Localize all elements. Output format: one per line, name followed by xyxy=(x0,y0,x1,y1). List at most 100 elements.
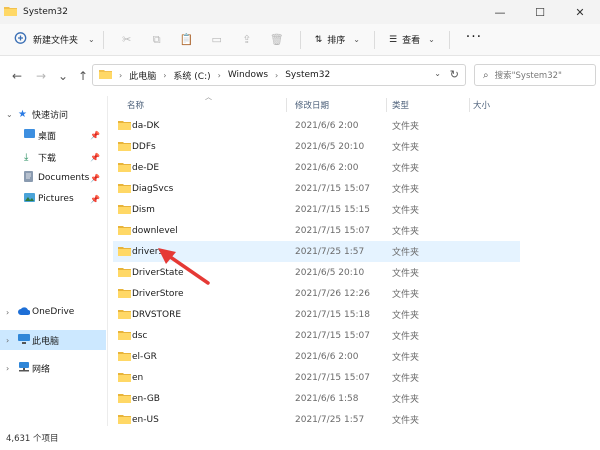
folder-icon xyxy=(118,225,131,238)
file-modified-date: 2021/7/25 1:57 xyxy=(295,414,365,425)
column-divider[interactable] xyxy=(386,98,387,112)
breadcrumb-windows[interactable]: Windows xyxy=(228,70,268,80)
file-modified-date: 2021/7/25 1:57 xyxy=(295,246,365,257)
file-name: de-DE xyxy=(132,162,160,173)
file-modified-date: 2021/6/5 20:10 xyxy=(295,267,365,278)
folder-icon xyxy=(118,309,131,322)
file-type: 文件夹 xyxy=(392,227,420,237)
folder-icon xyxy=(99,69,112,82)
view-icon: ☰ xyxy=(388,34,398,45)
chevron-down-icon[interactable]: ⌄ xyxy=(434,69,441,78)
pin-icon[interactable]: 📌 xyxy=(90,153,100,162)
sidebar-item-label: 快速访问 xyxy=(32,110,69,121)
column-header-type[interactable]: 类型 xyxy=(392,96,409,114)
refresh-icon[interactable]: ↻ xyxy=(450,68,459,81)
close-button[interactable]: ✕ xyxy=(560,0,600,24)
new-folder-button[interactable]: 新建文件夹 ⌄ xyxy=(14,29,95,51)
chevron-down-icon: ⌄ xyxy=(353,35,360,44)
pin-icon[interactable]: 📌 xyxy=(90,131,100,140)
file-row[interactable]: de-DE 2021/6/6 2:00 文件夹 xyxy=(113,157,520,178)
file-modified-date: 2021/6/5 20:10 xyxy=(295,141,365,152)
file-modified-date: 2021/6/6 1:58 xyxy=(295,393,359,404)
file-modified-date: 2021/7/15 15:07 xyxy=(295,183,370,194)
search-input[interactable]: ⌕ 搜索"System32" xyxy=(474,64,596,86)
file-type: 文件夹 xyxy=(392,290,420,300)
share-icon[interactable]: ⇪ xyxy=(232,29,262,51)
cut-icon[interactable]: ✂ xyxy=(112,29,142,51)
file-row[interactable]: Dism 2021/7/15 15:15 文件夹 xyxy=(113,199,520,220)
chevron-down-icon[interactable]: ⌄ xyxy=(6,110,13,119)
copy-icon[interactable]: ⧉ xyxy=(142,29,172,51)
sidebar-item-label: 网络 xyxy=(32,364,51,375)
sidebar-item-network[interactable]: › 网络 xyxy=(0,358,106,378)
delete-icon[interactable]: 🗑 xyxy=(262,29,292,51)
forward-arrow-icon[interactable]: → xyxy=(32,69,50,83)
folder-icon xyxy=(118,183,131,196)
file-row[interactable]: da-DK 2021/6/6 2:00 文件夹 xyxy=(113,115,520,136)
file-row[interactable]: DDFs 2021/6/5 20:10 文件夹 xyxy=(113,136,520,157)
chevron-down-icon[interactable]: ⌄ xyxy=(54,69,72,83)
minimize-button[interactable]: — xyxy=(480,0,520,24)
column-divider[interactable] xyxy=(469,98,470,112)
sidebar-item-quick-access[interactable]: ⌄ ★ 快速访问 xyxy=(0,104,106,124)
file-row[interactable]: downlevel 2021/7/15 15:07 文件夹 xyxy=(113,220,520,241)
maximize-button[interactable]: ☐ xyxy=(520,0,560,24)
chevron-right-icon: › xyxy=(217,70,221,80)
sidebar-item-pictures[interactable]: Pictures 📌 xyxy=(0,189,106,209)
chevron-right-icon[interactable]: › xyxy=(6,308,9,317)
rename-icon[interactable]: ▭ xyxy=(202,29,232,51)
paste-icon[interactable]: 📋 xyxy=(172,29,202,51)
file-row[interactable]: DRVSTORE 2021/7/15 15:18 文件夹 xyxy=(113,304,520,325)
more-options-button[interactable]: ··· xyxy=(458,29,490,45)
column-divider[interactable] xyxy=(286,98,287,112)
chevron-right-icon[interactable]: › xyxy=(6,364,9,373)
file-row[interactable]: el-GR 2021/6/6 2:00 文件夹 xyxy=(113,346,520,367)
file-name: DriverStore xyxy=(132,288,184,299)
view-label: 查看 xyxy=(402,36,421,46)
file-row[interactable]: DiagSvcs 2021/7/15 15:07 文件夹 xyxy=(113,178,520,199)
file-type: 文件夹 xyxy=(392,185,420,195)
title-bar: System32 — ☐ ✕ xyxy=(0,0,600,24)
sort-ascending-icon: ︿ xyxy=(205,93,212,101)
sort-button[interactable]: ⇅ 排序 ⌄ xyxy=(309,29,366,51)
file-type: 文件夹 xyxy=(392,374,420,384)
column-header-size[interactable]: 大小 xyxy=(473,96,490,114)
address-bar[interactable]: › 此电脑 › 系统 (C:) › Windows › System32 ⌄ ↻ xyxy=(92,64,466,86)
sidebar-item-onedrive[interactable]: › OneDrive xyxy=(0,302,106,322)
breadcrumb-system32[interactable]: System32 xyxy=(285,70,330,80)
search-placeholder: 搜索"System32" xyxy=(494,71,562,81)
pin-icon[interactable]: 📌 xyxy=(90,174,100,183)
folder-icon xyxy=(118,141,131,154)
file-modified-date: 2021/7/15 15:07 xyxy=(295,330,370,341)
sidebar-item-this-pc[interactable]: › 此电脑 xyxy=(0,330,106,350)
file-modified-date: 2021/7/26 12:26 xyxy=(295,288,370,299)
sort-label: 排序 xyxy=(327,36,346,46)
file-name: DRVSTORE xyxy=(132,309,182,320)
sidebar-item-documents[interactable]: Documents 📌 xyxy=(0,168,106,188)
sidebar-item-label: OneDrive xyxy=(32,307,75,317)
breadcrumb-this-pc[interactable]: 此电脑 xyxy=(129,69,156,82)
view-button[interactable]: ☰ 查看 ⌄ xyxy=(383,29,441,51)
file-modified-date: 2021/7/15 15:15 xyxy=(295,204,370,215)
file-name: DDFs xyxy=(132,141,156,152)
chevron-down-icon: ⌄ xyxy=(428,35,435,44)
folder-icon xyxy=(118,267,131,280)
sidebar-item-label: Documents xyxy=(38,173,90,183)
column-header-name[interactable]: 名称 xyxy=(127,96,144,114)
chevron-right-icon[interactable]: › xyxy=(6,336,9,345)
sidebar-item-downloads[interactable]: ⤓ 下载 📌 xyxy=(0,147,106,167)
column-header-modified[interactable]: 修改日期 xyxy=(295,96,329,114)
file-row[interactable]: dsc 2021/7/15 15:07 文件夹 xyxy=(113,325,520,346)
desktop-icon xyxy=(24,129,35,141)
sidebar-item-desktop[interactable]: 桌面 📌 xyxy=(0,125,106,145)
chevron-right-icon: › xyxy=(275,70,279,80)
back-arrow-icon[interactable]: ← xyxy=(8,69,26,83)
file-modified-date: 2021/6/6 2:00 xyxy=(295,162,359,173)
chevron-down-icon[interactable]: ⌄ xyxy=(88,35,95,44)
breadcrumb-c-drive[interactable]: 系统 (C:) xyxy=(173,69,210,82)
pin-icon[interactable]: 📌 xyxy=(90,195,100,204)
up-arrow-icon[interactable]: ↑ xyxy=(74,69,92,83)
file-name: el-GR xyxy=(132,351,157,362)
watermark-logo: 路由器 luyouqi.com xyxy=(454,372,600,442)
watermark-url: luyouqi.com xyxy=(512,412,580,425)
